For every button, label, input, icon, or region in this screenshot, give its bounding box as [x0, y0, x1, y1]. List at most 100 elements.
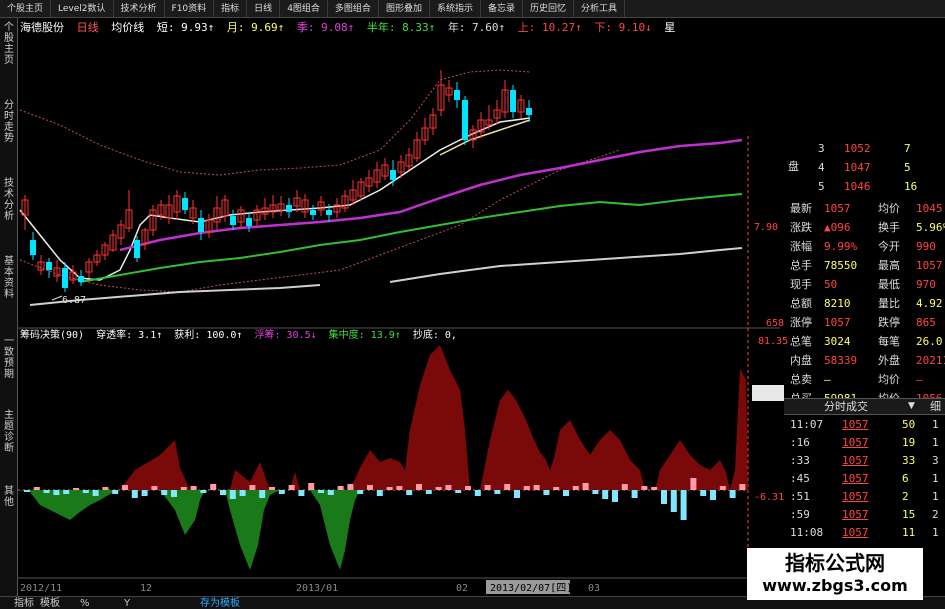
- site-watermark: 指标公式网 www.zbgs3.com: [747, 548, 923, 600]
- chip-bar: [376, 490, 383, 496]
- candle-body: [46, 262, 52, 270]
- chip-bar: [729, 490, 736, 498]
- chip-bar: [269, 487, 275, 490]
- order-level: 5: [818, 180, 825, 193]
- chip-bar: [43, 490, 50, 493]
- chip-bar: [553, 487, 560, 490]
- order-volume: 5: [904, 161, 911, 174]
- chip-bar: [82, 490, 89, 493]
- quote-value-2: 5.96%: [916, 221, 945, 234]
- quote-label-2: 最低: [878, 278, 900, 291]
- chip-bar: [171, 490, 177, 497]
- quote-label-2: 跌停: [878, 316, 900, 329]
- watermark-title: 指标公式网: [785, 551, 885, 575]
- chip-bar: [259, 490, 266, 498]
- chip-floating: 浮筹: 30.5↓: [254, 330, 317, 341]
- candle-body: [62, 268, 68, 288]
- trades-header[interactable]: 分时成交 ▼ 细: [784, 398, 945, 415]
- trade-time: 11:08: [790, 526, 824, 539]
- quote-row: 总卖 — 均价 —: [784, 370, 945, 389]
- order-side-label: 盘: [788, 160, 799, 173]
- order-price: 1052: [844, 142, 871, 155]
- quote-label-2: 今开: [878, 240, 900, 253]
- chip-bar: [416, 484, 422, 490]
- chip-concentration: 集中度: 13.9↑: [328, 330, 401, 341]
- chip-bar: [719, 486, 726, 490]
- chip-bar: [445, 485, 452, 490]
- quote-row: 最新 1057 均价 1045: [784, 199, 945, 218]
- chip-bar: [582, 483, 589, 490]
- x-axis-label: 12: [140, 583, 152, 594]
- trade-row: 11:07 1057 50 1: [784, 416, 945, 434]
- x-axis-label: 2013/02/07[四]: [490, 583, 572, 594]
- chip-bar: [151, 486, 158, 490]
- chip-bar: [670, 490, 677, 512]
- chip-bar: [455, 490, 462, 493]
- quote-label: 总卖: [790, 373, 812, 386]
- candle-body: [134, 240, 140, 258]
- bottom-tab[interactable]: %: [80, 597, 90, 609]
- trade-volume: 50: [902, 418, 916, 431]
- trade-row: :33 1057 33 3: [784, 452, 945, 470]
- chip-bar: [122, 485, 128, 490]
- trade-count: 1: [932, 418, 939, 431]
- bottom-tab[interactable]: Y: [124, 597, 130, 609]
- trade-row: 11:08 1057 11 1: [784, 524, 945, 542]
- candle-body: [390, 170, 396, 180]
- chip-bar: [543, 490, 550, 495]
- quote-row: 内盘 58339 外盘 20211: [784, 351, 945, 370]
- quote-value-2: 4.92: [916, 297, 943, 310]
- trade-time: :16: [790, 436, 810, 449]
- quote-label-2: 均价: [878, 373, 900, 386]
- trade-count: 1: [932, 526, 939, 539]
- chart-labels: 6.877.9065881.3536.169-6.312012/11 12 2013…: [20, 222, 790, 594]
- quote-value: 9.99%: [824, 240, 858, 253]
- chip-penetration: 穿透率: 3.1↑: [96, 330, 163, 341]
- quote-row: 现手 50 最低 970: [784, 275, 945, 294]
- bottom-tab[interactable]: 模板: [40, 597, 60, 609]
- quote-value: 50: [824, 278, 838, 291]
- bottom-tab[interactable]: 指标: [14, 597, 34, 609]
- order-book-partial: 3 1052 7 4 1047 5 5 1046 16 盘: [784, 136, 945, 198]
- chip-bar: [710, 490, 716, 500]
- chip-title[interactable]: 筹码决策(90): [20, 330, 84, 341]
- moving-average-lines: [19, 117, 743, 306]
- y-tick-label: 658: [766, 318, 784, 329]
- trades-dropdown-icon[interactable]: ▼: [908, 399, 915, 414]
- chip-bar: [651, 487, 658, 490]
- trade-time: :33: [790, 454, 810, 467]
- candle-body: [326, 210, 332, 215]
- quote-value-2: 20211: [916, 354, 945, 367]
- chip-bar: [631, 490, 638, 498]
- watermark-url: www.zbgs3.com: [762, 576, 908, 595]
- quote-label: 总笔: [790, 335, 812, 348]
- chip-bar: [92, 490, 99, 496]
- quote-value: 1057: [824, 202, 851, 215]
- ma-month-line: [439, 119, 531, 156]
- chip-bar: [523, 486, 530, 490]
- chip-bar: [229, 490, 236, 499]
- quote-label: 涨跌: [790, 221, 812, 234]
- trades-detail-tab[interactable]: 细: [930, 399, 941, 414]
- trade-volume: 11: [902, 526, 916, 539]
- chip-bar: [278, 490, 285, 494]
- ma-year-line-2: [389, 247, 743, 283]
- chip-bar: [73, 488, 79, 490]
- trade-price: 1057: [842, 508, 869, 521]
- chip-bar: [592, 490, 599, 494]
- chip-bottom: 抄底: 0,: [412, 330, 457, 341]
- chip-bar: [465, 486, 471, 490]
- chip-bar: [161, 490, 168, 495]
- trade-volume: 19: [902, 436, 916, 449]
- bottom-tab[interactable]: 存为模板: [200, 597, 240, 609]
- order-price: 1046: [844, 180, 871, 193]
- chip-bar: [298, 490, 305, 496]
- quote-row: 总额 8210 量比 4.92: [784, 294, 945, 313]
- trades-title[interactable]: 分时成交: [824, 399, 868, 414]
- quote-value: 1057: [824, 316, 851, 329]
- chip-bar: [318, 490, 324, 493]
- chip-bar: [406, 490, 413, 495]
- quote-value: 58339: [824, 354, 858, 367]
- quote-label-2: 外盘: [878, 354, 900, 367]
- chip-bar: [63, 490, 70, 494]
